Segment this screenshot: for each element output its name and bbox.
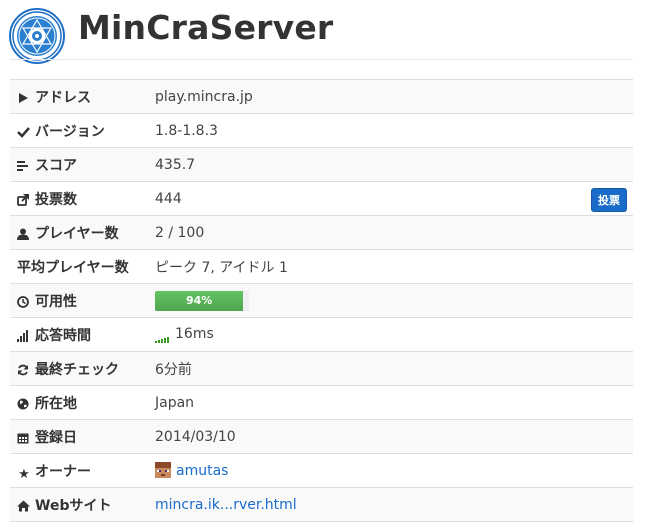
page-header: MinCraServer — [0, 0, 651, 64]
server-info-table: アドレス play.mincra.jp バージョン 1.8-1.8.3 スコア … — [10, 79, 633, 522]
signal-icon — [17, 329, 31, 342]
players-label: プレイヤー数 — [35, 225, 119, 242]
table-row: スコア 435.7 — [10, 147, 633, 182]
votes-value: 444 — [155, 190, 182, 207]
signal-strength-icon — [155, 327, 170, 343]
table-row: 可用性 94% — [10, 283, 633, 318]
version-label: バージョン — [35, 123, 105, 140]
header-divider — [10, 59, 633, 60]
address-value[interactable]: play.mincra.jp — [155, 79, 633, 114]
table-row: 最終チェック 6分前 — [10, 351, 633, 386]
avg-players-value: ピーク 7, アイドル 1 — [155, 249, 633, 284]
registered-label: 登録日 — [35, 429, 77, 446]
table-row: プレイヤー数 2 / 100 — [10, 215, 633, 250]
table-row: Webサイト mincra.ik...rver.html — [10, 487, 633, 522]
avg-players-label: 平均プレイヤー数 — [17, 259, 129, 276]
score-label: スコア — [35, 157, 77, 174]
location-value: Japan — [155, 385, 633, 420]
table-row: 登録日 2014/03/10 — [10, 419, 633, 454]
server-logo-icon — [9, 8, 65, 64]
table-row: バージョン 1.8-1.8.3 — [10, 113, 633, 148]
score-value: 435.7 — [155, 147, 633, 182]
vote-button[interactable]: 投票 — [591, 188, 627, 212]
response-time-label: 応答時間 — [35, 327, 91, 344]
calendar-icon — [17, 432, 31, 444]
last-check-label: 最終チェック — [35, 361, 119, 378]
user-icon — [17, 228, 31, 240]
share-icon — [17, 193, 31, 206]
response-time-value: 16ms — [175, 326, 214, 342]
table-row: 平均プレイヤー数 ピーク 7, アイドル 1 — [10, 249, 633, 284]
last-check-value: 6分前 — [155, 351, 633, 386]
address-label: アドレス — [35, 89, 91, 106]
owner-link[interactable]: amutas — [176, 463, 228, 479]
uptime-label: 可用性 — [35, 293, 77, 310]
star-icon: ★ — [18, 466, 30, 482]
table-row: ★ オーナー amutas — [10, 453, 633, 488]
table-row: 応答時間 16ms — [10, 317, 633, 352]
owner-label: オーナー — [35, 463, 91, 480]
align-left-icon — [17, 160, 31, 172]
website-label: Webサイト — [35, 497, 112, 514]
page-title: MinCraServer — [78, 8, 334, 47]
votes-label: 投票数 — [35, 191, 77, 208]
uptime-progress: 94% — [155, 290, 249, 311]
registered-value: 2014/03/10 — [155, 419, 633, 454]
home-icon — [17, 500, 31, 512]
location-label: 所在地 — [35, 395, 77, 412]
version-value: 1.8-1.8.3 — [155, 113, 633, 148]
table-row: 投票数 444 投票 — [10, 181, 633, 216]
website-link[interactable]: mincra.ik...rver.html — [155, 497, 297, 513]
clock-icon — [17, 295, 31, 308]
table-row: 所在地 Japan — [10, 385, 633, 420]
table-row: アドレス play.mincra.jp — [10, 79, 633, 114]
players-value: 2 / 100 — [155, 215, 633, 250]
globe-icon — [17, 398, 31, 410]
uptime-progress-bar: 94% — [155, 290, 244, 311]
owner-avatar — [155, 462, 171, 478]
check-icon — [17, 126, 31, 138]
play-icon — [17, 92, 31, 104]
refresh-icon — [17, 364, 31, 376]
